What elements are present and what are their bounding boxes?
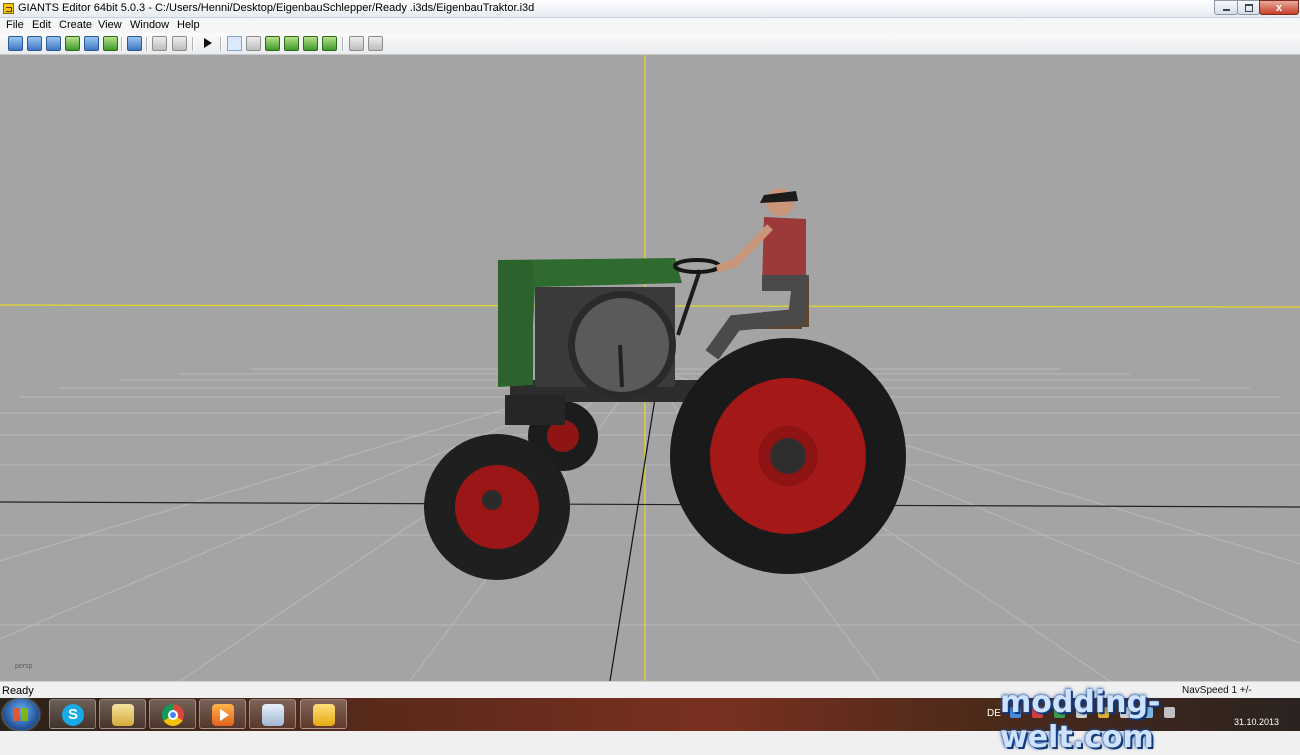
menu-file[interactable]: File (6, 19, 24, 31)
terrain-sculpt-icon[interactable] (265, 36, 280, 51)
toolbar-separator (121, 37, 123, 51)
taskbar-giants-editor[interactable] (300, 699, 347, 729)
3d-viewport[interactable]: persp (0, 55, 1300, 681)
steering-wheel (673, 258, 721, 274)
terrain-paint-icon[interactable] (284, 36, 299, 51)
import-icon[interactable] (46, 36, 61, 51)
camera-label: persp (15, 663, 33, 670)
tractor-model (424, 188, 906, 580)
radiator-grill (498, 260, 533, 385)
settings-icon[interactable] (368, 36, 383, 51)
undo-icon[interactable] (152, 36, 167, 51)
watermark: modding-welt.com (1000, 685, 1161, 755)
paint-icon (262, 704, 284, 726)
explorer-icon (112, 704, 134, 726)
grass-paint-icon[interactable] (322, 36, 337, 51)
rear-hub (770, 438, 806, 474)
start-button[interactable] (3, 699, 39, 730)
driver-figure (705, 188, 809, 360)
export-icon[interactable] (127, 36, 142, 51)
taskbar-explorer[interactable] (99, 699, 146, 729)
driver-arm (715, 224, 773, 273)
reload-icon[interactable] (65, 36, 80, 51)
toolbar (0, 33, 1300, 55)
front-axle (505, 395, 565, 425)
magnet-icon[interactable] (246, 36, 261, 51)
toolbar-separator (146, 37, 148, 51)
select-icon[interactable] (227, 36, 242, 51)
play-icon[interactable] (200, 36, 215, 51)
taskbar-paint[interactable] (249, 699, 296, 729)
close-button[interactable]: x (1259, 0, 1299, 15)
giants-editor-icon (313, 704, 335, 726)
pulley-lever (618, 344, 624, 388)
language-indicator[interactable]: DE (987, 708, 1001, 719)
title-bar: GIANTS Editor 64bit 5.0.3 - C:/Users/Hen… (0, 0, 1300, 18)
toolbar-separator (220, 37, 222, 51)
chrome-icon (162, 704, 184, 726)
taskbar-skype[interactable]: S (49, 699, 96, 729)
status-text: Ready (2, 685, 34, 697)
save-as-icon[interactable] (103, 36, 118, 51)
foliage-paint-icon[interactable] (303, 36, 318, 51)
taskbar-chrome[interactable] (149, 699, 196, 729)
menu-view[interactable]: View (98, 19, 122, 31)
steering-column (676, 269, 702, 336)
open-icon[interactable] (27, 36, 42, 51)
maximize-button[interactable] (1237, 0, 1260, 15)
menu-help[interactable]: Help (177, 19, 200, 31)
media-player-icon (212, 704, 234, 726)
window-title: GIANTS Editor 64bit 5.0.3 - C:/Users/Hen… (18, 2, 535, 14)
decal-icon[interactable] (349, 36, 364, 51)
minimize-button[interactable] (1214, 0, 1238, 15)
toolbar-separator (192, 37, 194, 51)
close-icon: x (1275, 2, 1283, 14)
toolbar-separator (342, 37, 344, 51)
ground-grid (0, 366, 1300, 681)
save-icon[interactable] (84, 36, 99, 51)
giants-app-icon (3, 3, 14, 14)
skype-icon: S (62, 704, 84, 726)
viewport-scene (0, 55, 1300, 681)
new-icon[interactable] (8, 36, 23, 51)
z-axis-line (609, 366, 661, 681)
horizon-axis-line (0, 501, 1300, 508)
menu-edit[interactable]: Edit (32, 19, 51, 31)
redo-icon[interactable] (172, 36, 187, 51)
front-hub (482, 490, 502, 510)
menu-create[interactable]: Create (59, 19, 92, 31)
menu-window[interactable]: Window (130, 19, 169, 31)
taskbar-media-player[interactable] (199, 699, 246, 729)
menu-bar: File Edit Create View Window Help (0, 18, 1300, 33)
